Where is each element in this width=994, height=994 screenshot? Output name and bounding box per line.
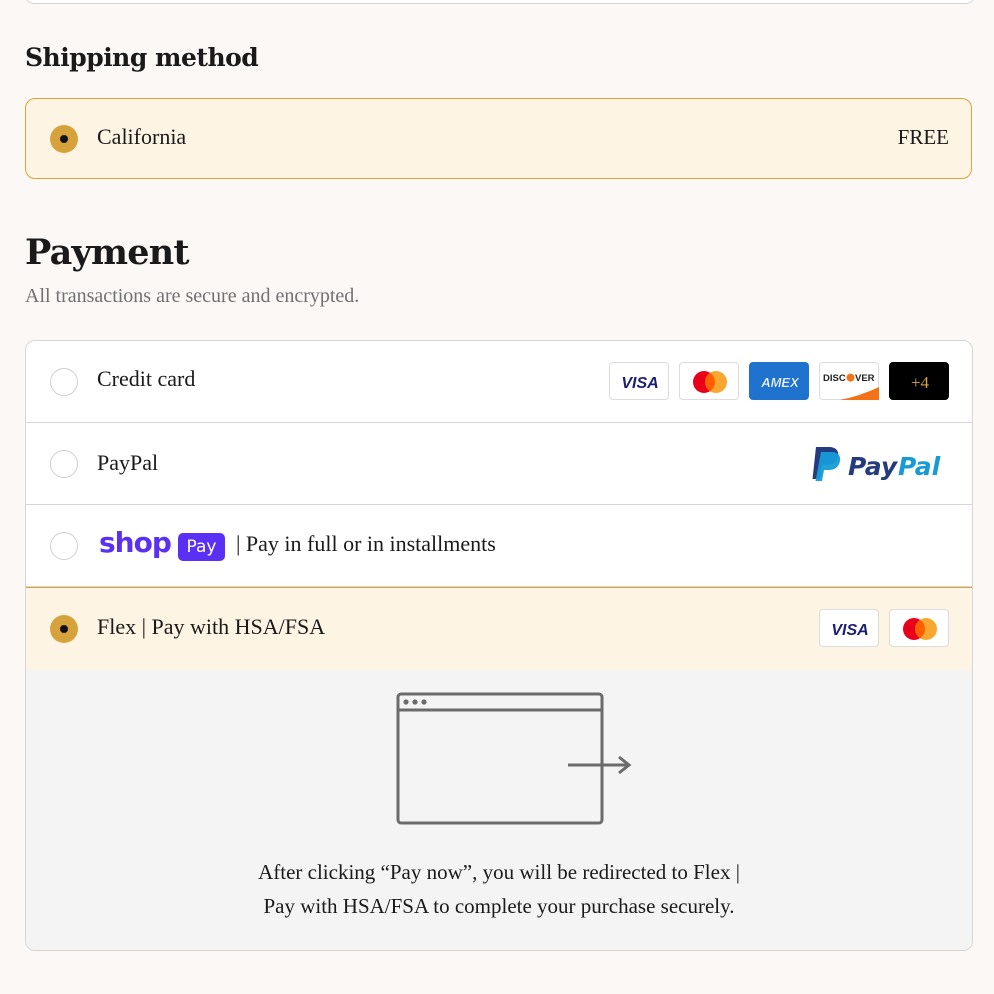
- credit-card-label: Credit card: [97, 366, 196, 391]
- flex-label: Flex | Pay with HSA/FSA: [97, 614, 326, 639]
- previous-section-card: [25, 0, 975, 4]
- svg-text:Pal: Pal: [898, 452, 941, 481]
- flex-mastercard-card-icon: [889, 609, 949, 647]
- flex-visa-card-icon: VISA: [819, 609, 879, 647]
- redirect-message-line-2: Pay with HSA/FSA to complete your purcha…: [263, 894, 735, 918]
- shipping-method-heading: Shipping method: [25, 43, 259, 72]
- flex-radio-selected[interactable]: [50, 615, 78, 643]
- redirect-message-line-1: After clicking “Pay now”, you will be re…: [258, 860, 740, 884]
- paypal-label: PayPal: [97, 450, 159, 475]
- redirect-message: After clicking “Pay now”, you will be re…: [26, 855, 972, 923]
- payment-method-paypal[interactable]: PayPal Pay Pal: [26, 423, 972, 505]
- shop-pay-badge: Pay: [178, 533, 225, 561]
- payment-method-shop-pay[interactable]: shop Pay | Pay in full or in installment…: [26, 505, 972, 587]
- shop-pay-label: | Pay in full or in installments: [236, 531, 496, 556]
- credit-card-radio[interactable]: [50, 368, 78, 396]
- payment-method-credit-card[interactable]: Credit card VISA AMEX DISC VER +4: [26, 341, 972, 423]
- svg-text:Pay: Pay: [848, 452, 899, 481]
- shop-pay-radio[interactable]: [50, 532, 78, 560]
- svg-text:VER: VER: [855, 373, 875, 384]
- mastercard-card-icon: [679, 362, 739, 400]
- svg-text:DISC: DISC: [823, 373, 846, 384]
- amex-card-icon: AMEX: [749, 362, 809, 400]
- svg-text:VISA: VISA: [621, 375, 658, 392]
- payment-heading: Payment: [25, 232, 190, 273]
- payment-methods-list: Credit card VISA AMEX DISC VER +4 PayPal…: [25, 340, 973, 951]
- paypal-logo-icon: Pay Pal: [812, 447, 941, 481]
- shop-pay-logo-text: shop: [99, 526, 172, 559]
- visa-card-icon: VISA: [609, 362, 669, 400]
- discover-card-icon: DISC VER: [819, 362, 879, 400]
- browser-window-arrow-icon: [396, 692, 632, 825]
- payment-subtitle: All transactions are secure and encrypte…: [25, 285, 360, 307]
- shipping-option-name: California: [97, 124, 187, 149]
- svg-text:VISA: VISA: [831, 622, 868, 639]
- more-cards-badge: +4: [889, 362, 949, 400]
- shipping-radio-selected[interactable]: [50, 125, 78, 153]
- shipping-option-california[interactable]: California FREE: [25, 98, 972, 179]
- more-cards-count: +4: [911, 373, 930, 392]
- svg-text:AMEX: AMEX: [760, 375, 800, 390]
- payment-method-flex-hsa-fsa[interactable]: Flex | Pay with HSA/FSA VISA: [26, 587, 972, 671]
- paypal-radio[interactable]: [50, 450, 78, 478]
- flex-redirect-panel: After clicking “Pay now”, you will be re…: [26, 670, 972, 950]
- shipping-option-price: FREE: [897, 125, 949, 149]
